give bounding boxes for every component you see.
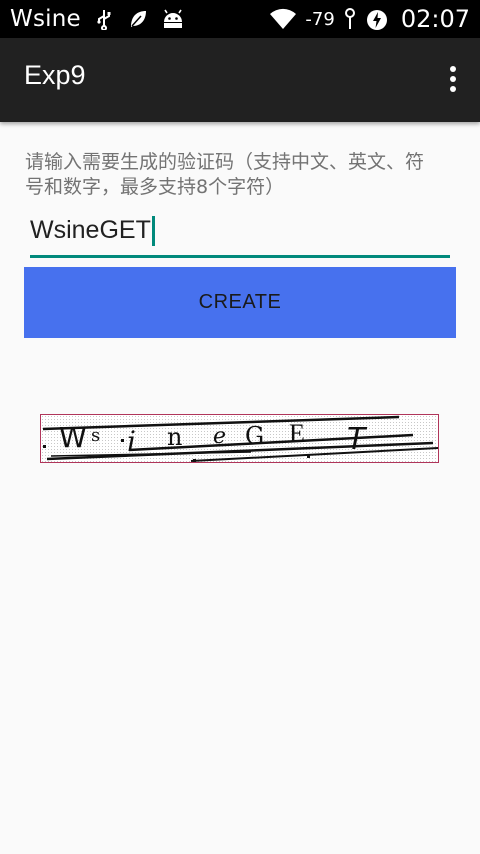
captcha-char: e	[213, 424, 226, 449]
leaf-icon	[127, 8, 149, 30]
text-cursor	[151, 216, 155, 247]
captcha-noise-dot	[331, 462, 334, 463]
status-title: Wsine	[10, 6, 81, 32]
captcha-char: E	[289, 419, 305, 448]
app-bar: Exp9	[0, 38, 480, 122]
signal-icon	[343, 8, 357, 30]
captcha-char: n	[167, 423, 182, 451]
create-button[interactable]: CREATE	[24, 267, 456, 338]
wifi-icon	[269, 8, 297, 30]
captcha-noise-dot	[43, 445, 46, 448]
captcha-noise-dot	[193, 459, 196, 462]
captcha-noise-dot	[307, 455, 310, 458]
captcha-drawing: W s i n e G E T	[42, 415, 438, 463]
captcha-char: W	[59, 421, 87, 454]
input-prompt-label: 请输入需要生成的验证码（支持中文、英文、符号和数字，最多支持8个字符）	[25, 151, 425, 198]
input-underline	[30, 255, 450, 258]
captcha-input-value[interactable]: WsineGET	[30, 216, 155, 247]
clock: 02:07	[400, 5, 470, 33]
data-saver-icon	[365, 8, 389, 30]
status-bar: Wsine -79 02:07	[0, 0, 480, 38]
usb-icon	[93, 8, 115, 31]
app-title: Exp9	[24, 60, 86, 90]
signal-strength: -79	[305, 8, 335, 30]
captcha-char: s	[91, 425, 100, 446]
captcha-char: G	[245, 422, 264, 450]
captcha-char: i	[127, 425, 136, 458]
captcha-image: W s i n e G E T	[40, 414, 439, 463]
captcha-noise-dot	[121, 439, 124, 442]
captcha-char: T	[347, 422, 368, 457]
more-vert-icon[interactable]	[446, 64, 460, 96]
captcha-text-input[interactable]: WsineGET	[30, 212, 450, 258]
android-icon	[161, 8, 183, 30]
captcha-noise-line	[190, 447, 438, 462]
